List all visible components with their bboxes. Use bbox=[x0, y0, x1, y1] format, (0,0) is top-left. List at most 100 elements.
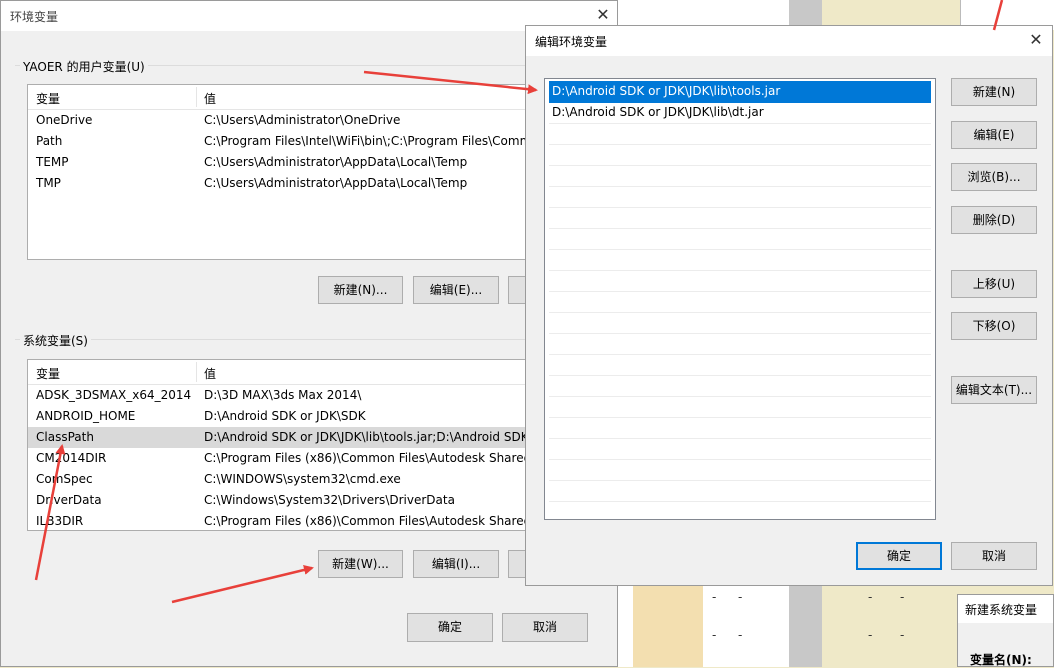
var-name: ADSK_3DSMAX_x64_2014 bbox=[36, 388, 192, 402]
env-ok-button[interactable]: 确定 bbox=[407, 613, 493, 642]
column-header-variable[interactable]: 变量 bbox=[36, 90, 60, 107]
table-row[interactable]: CM2014DIR C:\Program Files (x86)\Common … bbox=[28, 448, 566, 469]
user-new-button[interactable]: 新建(N)... bbox=[318, 276, 403, 304]
table-row-selected[interactable]: ClassPath D:\Android SDK or JDK\JDK\lib\… bbox=[28, 427, 566, 448]
edit-browse-button[interactable]: 浏览(B)... bbox=[951, 163, 1037, 191]
background-dash: - bbox=[712, 590, 717, 604]
close-icon[interactable]: ✕ bbox=[1026, 30, 1046, 50]
list-item-empty[interactable] bbox=[549, 438, 931, 460]
edit-new-button[interactable]: 新建(N) bbox=[951, 78, 1037, 106]
system-edit-button[interactable]: 编辑(I)... bbox=[413, 550, 499, 578]
user-vars-group-label: YAOER 的用户变量(U) bbox=[20, 58, 148, 75]
path-entries-list[interactable]: D:\Android SDK or JDK\JDK\lib\tools.jar … bbox=[544, 78, 936, 520]
list-item-empty[interactable] bbox=[549, 207, 931, 229]
column-separator bbox=[196, 362, 197, 382]
background-dash: - bbox=[900, 590, 905, 604]
background-yellow-area bbox=[633, 585, 703, 667]
list-item-empty[interactable] bbox=[549, 459, 931, 481]
list-item-empty[interactable] bbox=[549, 186, 931, 208]
env-cancel-button[interactable]: 取消 bbox=[502, 613, 588, 642]
list-item-empty[interactable] bbox=[549, 354, 931, 376]
var-value: C:\Windows\System32\Drivers\DriverData bbox=[204, 493, 455, 507]
var-value: C:\WINDOWS\system32\cmd.exe bbox=[204, 472, 401, 486]
var-name: TMP bbox=[36, 176, 61, 190]
column-separator bbox=[196, 87, 197, 107]
table-row[interactable]: ANDROID_HOME D:\Android SDK or JDK\SDK bbox=[28, 406, 566, 427]
background-dash: - bbox=[712, 628, 717, 642]
var-name: ILB3DIR bbox=[36, 514, 84, 528]
table-row[interactable]: TMP C:\Users\Administrator\AppData\Local… bbox=[28, 173, 566, 194]
list-item-selected[interactable]: D:\Android SDK or JDK\JDK\lib\tools.jar bbox=[549, 81, 931, 103]
column-header-value[interactable]: 值 bbox=[204, 365, 216, 382]
list-item-empty[interactable] bbox=[549, 165, 931, 187]
system-vars-group-label: 系统变量(S) bbox=[20, 332, 91, 349]
edit-text-button[interactable]: 编辑文本(T)... bbox=[951, 376, 1037, 404]
new-sys-titlebar: 新建系统变量 bbox=[958, 595, 1053, 623]
background-dash: - bbox=[868, 628, 873, 642]
table-row[interactable]: ComSpec C:\WINDOWS\system32\cmd.exe bbox=[28, 469, 566, 490]
list-item-empty[interactable] bbox=[549, 123, 931, 145]
table-row[interactable]: ILB3DIR C:\Program Files (x86)\Common Fi… bbox=[28, 511, 566, 530]
table-row[interactable]: TEMP C:\Users\Administrator\AppData\Loca… bbox=[28, 152, 566, 173]
background-dash: - bbox=[738, 590, 743, 604]
table-row[interactable]: Path C:\Program Files\Intel\WiFi\bin\;C:… bbox=[28, 131, 566, 152]
var-value: C:\Users\Administrator\AppData\Local\Tem… bbox=[204, 176, 468, 190]
var-value: D:\Android SDK or JDK\SDK bbox=[204, 409, 366, 423]
list-item-empty[interactable] bbox=[549, 396, 931, 418]
table-row[interactable]: OneDrive C:\Users\Administrator\OneDrive bbox=[28, 110, 566, 131]
new-system-variable-window: 新建系统变量 变量名(N): bbox=[957, 594, 1054, 667]
edit-window-title: 编辑环境变量 bbox=[535, 35, 608, 49]
list-item-empty[interactable] bbox=[549, 144, 931, 166]
table-row[interactable]: DriverData C:\Windows\System32\Drivers\D… bbox=[28, 490, 566, 511]
list-item-empty[interactable] bbox=[549, 375, 931, 397]
var-value: C:\Users\Administrator\AppData\Local\Tem… bbox=[204, 155, 468, 169]
new-sys-title: 新建系统变量 bbox=[965, 603, 1038, 617]
edit-window-titlebar: 编辑环境变量 ✕ bbox=[526, 26, 1052, 56]
list-item-empty[interactable] bbox=[549, 228, 931, 250]
column-header-variable[interactable]: 变量 bbox=[36, 365, 60, 382]
list-item-empty[interactable] bbox=[549, 312, 931, 334]
list-item-empty[interactable] bbox=[549, 480, 931, 502]
var-value: D:\Android SDK or JDK\JDK\lib\tools.jar;… bbox=[204, 430, 529, 444]
var-name: Path bbox=[36, 134, 63, 148]
column-header-value[interactable]: 值 bbox=[204, 90, 216, 107]
edit-delete-button[interactable]: 删除(D) bbox=[951, 206, 1037, 234]
system-vars-header: 变量 值 bbox=[28, 360, 566, 385]
var-name: ComSpec bbox=[36, 472, 93, 486]
user-edit-button[interactable]: 编辑(E)... bbox=[413, 276, 499, 304]
var-name: DriverData bbox=[36, 493, 102, 507]
table-row[interactable]: ADSK_3DSMAX_x64_2014 D:\3D MAX\3ds Max 2… bbox=[28, 385, 566, 406]
list-item-empty[interactable] bbox=[549, 417, 931, 439]
var-name: OneDrive bbox=[36, 113, 93, 127]
list-item[interactable]: D:\Android SDK or JDK\JDK\lib\dt.jar bbox=[549, 102, 931, 124]
edit-ok-button[interactable]: 确定 bbox=[856, 542, 942, 570]
user-vars-header: 变量 值 bbox=[28, 85, 566, 110]
system-vars-list[interactable]: 变量 值 ADSK_3DSMAX_x64_2014 D:\3D MAX\3ds … bbox=[27, 359, 567, 531]
list-item-empty[interactable] bbox=[549, 249, 931, 271]
list-item-empty[interactable] bbox=[549, 291, 931, 313]
user-vars-list[interactable]: 变量 值 OneDrive C:\Users\Administrator\One… bbox=[27, 84, 567, 260]
var-value: C:\Program Files (x86)\Common Files\Auto… bbox=[204, 514, 536, 528]
var-value: C:\Program Files (x86)\Common Files\Auto… bbox=[204, 451, 536, 465]
var-name: CM2014DIR bbox=[36, 451, 107, 465]
move-up-button[interactable]: 上移(U) bbox=[951, 270, 1037, 298]
env-window-title: 环境变量 bbox=[10, 10, 59, 24]
var-value: C:\Users\Administrator\OneDrive bbox=[204, 113, 401, 127]
path-entry: D:\Android SDK or JDK\JDK\lib\tools.jar bbox=[552, 84, 781, 98]
list-item-empty[interactable] bbox=[549, 270, 931, 292]
edit-env-variable-window: 编辑环境变量 ✕ D:\Android SDK or JDK\JDK\lib\t… bbox=[525, 25, 1053, 586]
edit-cancel-button[interactable]: 取消 bbox=[951, 542, 1037, 570]
background-dash: - bbox=[868, 590, 873, 604]
system-new-button[interactable]: 新建(W)... bbox=[318, 550, 403, 578]
var-name: ANDROID_HOME bbox=[36, 409, 136, 423]
var-name: ClassPath bbox=[36, 430, 94, 444]
var-value: C:\Program Files\Intel\WiFi\bin\;C:\Prog… bbox=[204, 134, 532, 148]
background-dash: - bbox=[738, 628, 743, 642]
close-icon[interactable]: ✕ bbox=[593, 5, 613, 25]
move-down-button[interactable]: 下移(O) bbox=[951, 312, 1037, 340]
list-item-empty[interactable] bbox=[549, 333, 931, 355]
edit-edit-button[interactable]: 编辑(E) bbox=[951, 121, 1037, 149]
var-name: TEMP bbox=[36, 155, 69, 169]
background-dash: - bbox=[900, 628, 905, 642]
var-name-label: 变量名(N): bbox=[970, 653, 1032, 667]
